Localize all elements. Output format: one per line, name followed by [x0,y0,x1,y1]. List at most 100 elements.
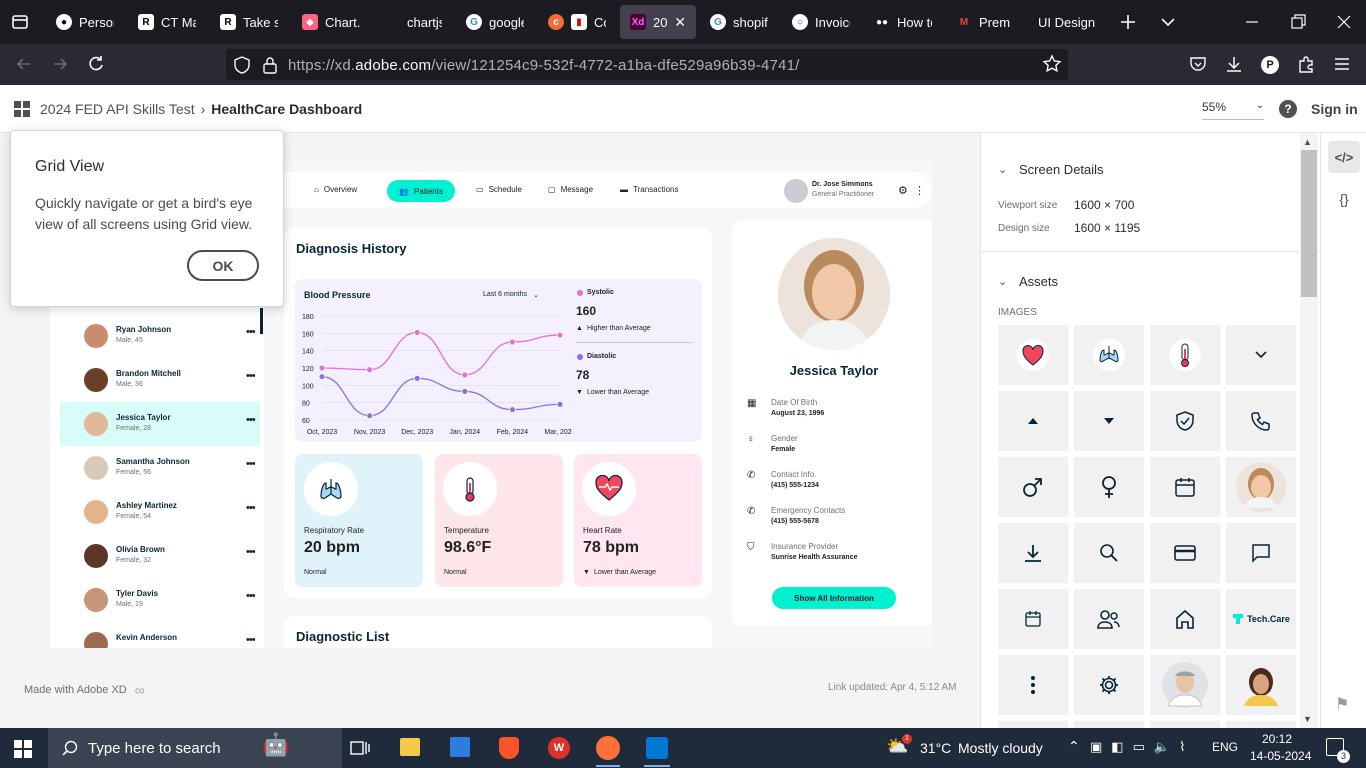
url-text[interactable]: https://xd.adobe.com/view/121254c9-532f-… [288,57,799,74]
vscode-icon[interactable] [646,737,668,759]
zoom-select[interactable]: 55% ⌄ [1202,100,1264,120]
clock-date[interactable]: 14-05-2024 [1250,749,1311,763]
microsoft-store-icon[interactable] [450,737,470,757]
comment-flag-icon[interactable]: ⚑ [1335,694,1349,714]
asset-chevron-down-icon[interactable] [1226,325,1296,385]
asset-thermometer-icon[interactable] [1150,325,1220,385]
nav-schedule[interactable]: ▭ Schedule [476,185,522,194]
screen-details-heading[interactable]: Screen Details [1019,162,1104,177]
browser-tab[interactable]: Ggoogle [456,5,534,39]
minimize-window-icon[interactable] [1242,12,1262,32]
browser-tab[interactable]: MPrem S [946,5,1024,39]
profile-avatar[interactable]: P [1261,56,1279,74]
browser-tab[interactable]: chartjs/Cha [374,5,452,39]
reload-icon[interactable] [86,54,106,74]
patient-row-selected[interactable]: Jessica Taylor Female, 28 ••• [60,402,260,446]
sign-in-link[interactable]: Sign in [1311,101,1358,117]
scroll-up-arrow-icon[interactable]: ▲ [1303,137,1312,147]
tab-list-icon[interactable] [10,12,30,32]
language-indicator[interactable]: ENG [1212,740,1238,754]
nav-patients[interactable]: 👥 Patients [387,180,455,202]
patient-row[interactable]: Ryan Johnson Male, 45 ••• [60,314,260,358]
windows-start-icon[interactable] [14,740,32,758]
wps-office-icon[interactable]: W [548,737,570,759]
asset-tile[interactable] [1226,721,1296,728]
code-view-icon[interactable]: </> [1328,141,1360,173]
file-explorer-icon[interactable] [400,738,420,756]
popup-ok-button[interactable]: OK [187,250,259,281]
asset-woman-photo[interactable] [1226,655,1296,715]
patient-row[interactable]: Brandon Mitchell Male, 36 ••• [60,358,260,402]
browser-tab[interactable]: UI Design S [1028,5,1108,39]
browser-tab[interactable]: RTake sk [210,5,288,39]
download-icon[interactable] [1224,54,1244,74]
asset-phone-icon[interactable] [1226,391,1296,451]
asset-lungs-icon[interactable] [1074,325,1144,385]
settings-gear-icon[interactable]: ⚙ [898,184,908,197]
asset-calendar-icon[interactable] [1150,457,1220,517]
weather-temperature[interactable]: 31°C [920,740,951,756]
help-icon[interactable]: ? [1279,100,1297,118]
tab-overflow-chevron-icon[interactable] [1158,12,1178,32]
asset-users-icon[interactable] [1074,589,1144,649]
patient-row[interactable]: Samantha Johnson Female, 56 ••• [60,446,260,490]
assets-heading[interactable]: Assets [1019,274,1058,289]
browser-tab[interactable]: Gshopify [700,5,778,39]
close-window-icon[interactable] [1334,12,1354,32]
asset-shield-check-icon[interactable] [1150,391,1220,451]
volume-icon[interactable]: 🔈 [1154,739,1170,755]
asset-female-icon[interactable] [1074,457,1144,517]
asset-male-icon[interactable] [998,457,1068,517]
asset-tile[interactable] [1074,721,1144,728]
scroll-down-arrow-icon[interactable]: ▼ [1303,714,1312,724]
asset-calendar-small-icon[interactable] [998,589,1068,649]
asset-credit-card-icon[interactable] [1150,523,1220,583]
patient-row[interactable]: Tyler Davis Male, 19 ••• [60,578,260,622]
asset-download-icon[interactable] [998,523,1068,583]
more-horizontal-icon[interactable]: ••• [246,634,256,646]
more-horizontal-icon[interactable]: ••• [246,590,256,602]
asset-heart-icon[interactable] [998,325,1068,385]
more-horizontal-icon[interactable]: ••• [246,326,256,338]
asset-caret-down-icon[interactable] [1074,391,1144,451]
patients-scrollbar[interactable] [260,308,263,334]
tray-icons[interactable]: ▣ ◧ ▭ 🔈 ⌇ [1090,739,1185,755]
restore-window-icon[interactable] [1288,12,1308,32]
weather-condition[interactable]: Mostly cloudy [958,740,1043,756]
browser-tab[interactable]: ○Invoice [782,5,860,39]
asset-settings-gear-icon[interactable] [1074,655,1144,715]
more-horizontal-icon[interactable]: ••• [246,458,256,470]
browser-tab[interactable]: c▮Coa [538,5,616,39]
panel-scrollbar-thumb[interactable] [1301,150,1317,297]
bp-range-select[interactable]: Last 6 months ⌄ [483,291,539,299]
back-arrow-icon[interactable] [14,54,34,74]
battery-icon[interactable]: ▭ [1133,739,1145,755]
browser-tab[interactable]: ◆Chart.js [292,5,370,39]
hamburger-menu-icon[interactable] [1332,54,1352,74]
browser-tab[interactable]: ●●How to [864,5,942,39]
browser-tab-active[interactable]: Xd2024✕ [620,5,696,39]
asset-caret-up-icon[interactable] [998,391,1068,451]
new-tab-plus-icon[interactable] [1118,12,1138,32]
close-tab-icon[interactable]: ✕ [674,14,686,31]
grid-view-icon[interactable] [14,101,30,117]
asset-home-icon[interactable] [1150,589,1220,649]
search-highlight-icon[interactable]: 🤖 [262,732,332,764]
asset-search-icon[interactable] [1074,523,1144,583]
extensions-puzzle-icon[interactable] [1296,54,1316,74]
more-horizontal-icon[interactable]: ••• [246,370,256,382]
patient-row[interactable]: Olivia Brown Female, 32 ••• [60,534,260,578]
show-hidden-icons-chevron-icon[interactable]: ⌃ [1068,738,1080,755]
network-status-icon[interactable]: ▣ [1090,739,1102,755]
patient-row[interactable]: Ashley Martinez Female, 54 ••• [60,490,260,534]
clock-time[interactable]: 20:12 [1262,732,1292,746]
more-horizontal-icon[interactable]: ••• [246,546,256,558]
wifi-icon[interactable]: ⌇ [1179,739,1185,755]
more-horizontal-icon[interactable]: ••• [246,502,256,514]
asset-message-icon[interactable] [1226,523,1296,583]
chevron-down-icon[interactable]: ⌄ [998,275,1007,288]
firefox-icon[interactable] [596,736,620,760]
more-vertical-icon[interactable]: ⋮ [914,184,925,197]
asset-tile[interactable] [1150,721,1220,728]
asset-tile[interactable] [998,721,1068,728]
